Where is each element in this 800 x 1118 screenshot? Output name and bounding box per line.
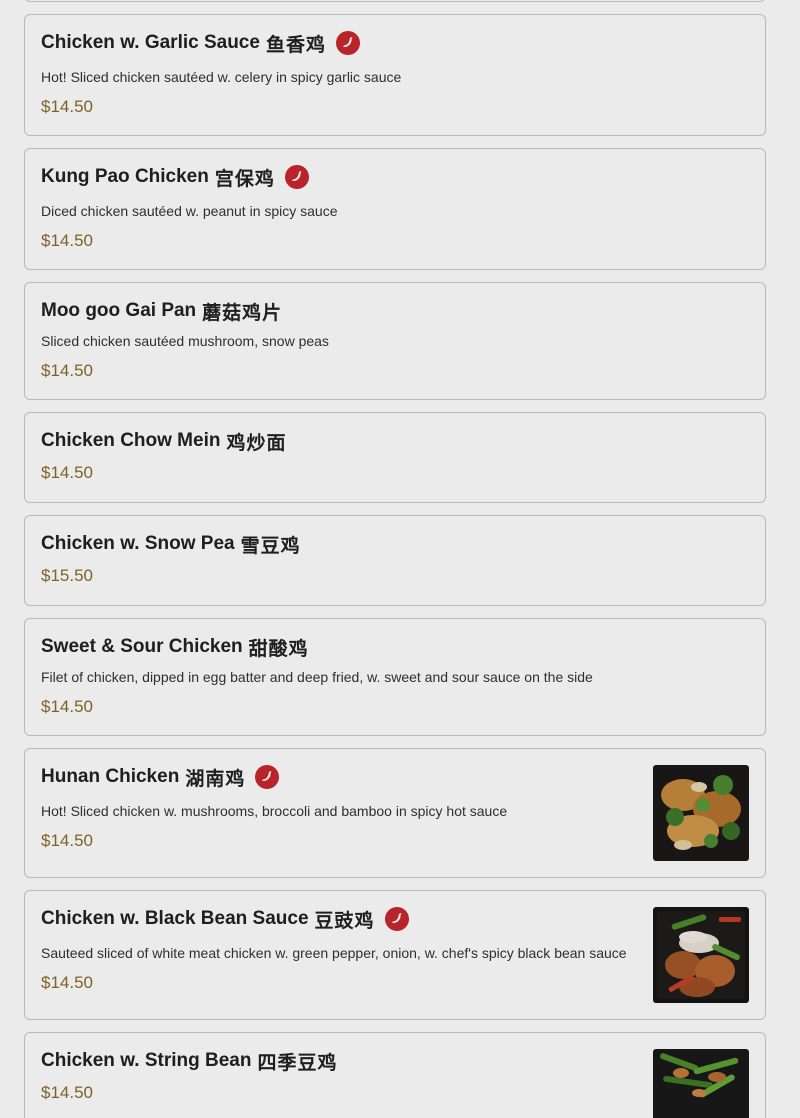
item-name: Chicken w. Garlic Sauce [41, 32, 260, 53]
menu-item-card[interactable]: Kung Pao Chicken 宫保鸡 Diced chicken sauté… [24, 148, 766, 270]
item-price: $14.50 [41, 973, 93, 992]
item-name: Moo goo Gai Pan [41, 300, 197, 321]
item-description: Filet of chicken, dipped in egg batter a… [41, 669, 593, 685]
chili-pepper-icon [335, 31, 360, 55]
item-price: $14.50 [41, 1083, 93, 1102]
item-chinese-name: 雪豆鸡 [240, 535, 301, 557]
previous-card-edge [24, 0, 766, 2]
item-title: Hunan Chicken 湖南鸡 [41, 762, 280, 792]
item-chinese-name: 蘑菇鸡片 [202, 302, 283, 324]
item-title: Chicken w. String Bean 四季豆鸡 [41, 1046, 337, 1076]
item-price: $14.50 [41, 231, 93, 250]
menu-page: Chicken w. Garlic Sauce 鱼香鸡 Hot! Sliced … [0, 0, 800, 1118]
item-price: $14.50 [41, 463, 93, 482]
item-chinese-name: 豆豉鸡 [314, 910, 375, 932]
menu-item-card[interactable]: Chicken w. Snow Pea 雪豆鸡 $15.50 [24, 515, 766, 606]
item-name: Chicken Chow Mein [41, 430, 221, 451]
item-chinese-name: 宫保鸡 [214, 168, 275, 190]
item-title: Chicken Chow Mein 鸡炒面 [41, 426, 286, 456]
food-photo[interactable] [653, 765, 749, 861]
chili-pepper-icon [284, 165, 309, 189]
item-name: Chicken w. String Bean [41, 1050, 252, 1071]
item-name: Chicken w. Snow Pea [41, 533, 235, 554]
item-price: $14.50 [41, 697, 93, 716]
menu-item-card[interactable]: Chicken w. Black Bean Sauce 豆豉鸡 Sauteed … [24, 890, 766, 1020]
item-title: Sweet & Sour Chicken 甜酸鸡 [41, 632, 309, 662]
item-description: Sliced chicken sautéed mushroom, snow pe… [41, 333, 329, 349]
chili-pepper-icon [384, 907, 409, 931]
chili-pepper-icon [255, 765, 280, 789]
food-photo[interactable] [653, 1049, 749, 1118]
item-name: Chicken w. Black Bean Sauce [41, 908, 309, 929]
menu-item-card[interactable]: Chicken w. String Bean 四季豆鸡 $14.50 [24, 1032, 766, 1118]
item-name: Kung Pao Chicken [41, 166, 209, 187]
food-photo[interactable] [653, 907, 749, 1003]
item-price: $14.50 [41, 97, 93, 116]
item-description: Hot! Sliced chicken sautéed w. celery in… [41, 69, 402, 85]
menu-item-card[interactable]: Sweet & Sour Chicken 甜酸鸡 Filet of chicke… [24, 618, 766, 736]
item-chinese-name: 湖南鸡 [185, 768, 246, 790]
item-description: Hot! Sliced chicken w. mushrooms, brocco… [41, 803, 508, 819]
item-name: Hunan Chicken [41, 766, 180, 787]
item-title: Chicken w. Snow Pea 雪豆鸡 [41, 529, 301, 559]
menu-item-card[interactable]: Chicken w. Garlic Sauce 鱼香鸡 Hot! Sliced … [24, 14, 766, 136]
item-title: Chicken w. Black Bean Sauce 豆豉鸡 [41, 904, 409, 934]
menu-item-card[interactable]: Moo goo Gai Pan 蘑菇鸡片 Sliced chicken saut… [24, 282, 766, 400]
item-title: Chicken w. Garlic Sauce 鱼香鸡 [41, 28, 360, 58]
item-title: Kung Pao Chicken 宫保鸡 [41, 162, 309, 192]
menu-item-card[interactable]: Chicken Chow Mein 鸡炒面 $14.50 [24, 412, 766, 503]
item-price: $15.50 [41, 566, 93, 585]
item-price: $14.50 [41, 831, 93, 850]
menu-item-card[interactable]: Hunan Chicken 湖南鸡 Hot! Sliced chicken w.… [24, 748, 766, 878]
item-name: Sweet & Sour Chicken [41, 636, 243, 657]
item-chinese-name: 四季豆鸡 [257, 1052, 338, 1074]
item-description: Diced chicken sautéed w. peanut in spicy… [41, 203, 338, 219]
item-title: Moo goo Gai Pan 蘑菇鸡片 [41, 296, 282, 326]
item-price: $14.50 [41, 361, 93, 380]
item-chinese-name: 甜酸鸡 [248, 638, 309, 660]
item-description: Sauteed sliced of white meat chicken w. … [41, 945, 627, 961]
item-chinese-name: 鱼香鸡 [265, 34, 326, 56]
item-chinese-name: 鸡炒面 [226, 432, 287, 454]
